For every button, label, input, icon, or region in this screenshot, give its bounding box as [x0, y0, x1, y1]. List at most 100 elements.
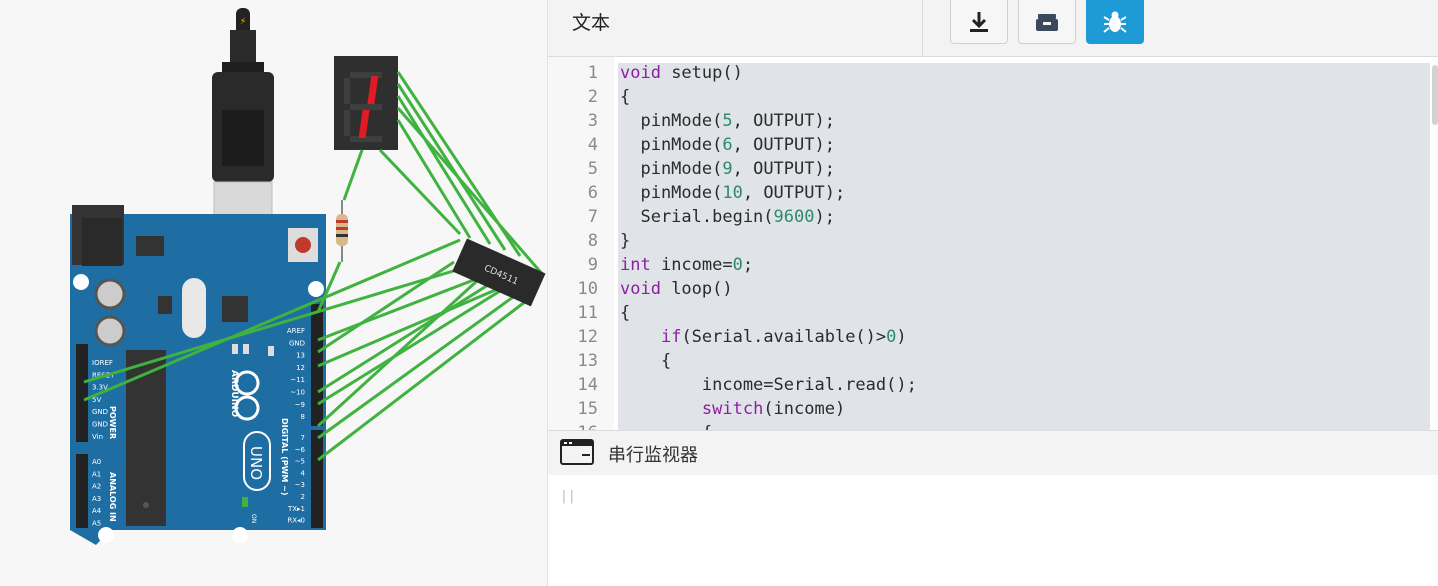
pin-label: A0 [92, 458, 101, 466]
pin-label: Vin [92, 433, 103, 441]
line-number: 12 [577, 327, 598, 347]
pin-label: 7 [301, 434, 305, 442]
pin-label: ~11 [290, 376, 305, 384]
line-number: 15 [577, 399, 598, 419]
code-text: } [620, 231, 631, 251]
line-number-gutter: 12345678910111213141516 [548, 57, 614, 430]
circuit-canvas[interactable]: ⚡ ARDUINO UNO POWER ANALOG IN DIGITAL (P… [0, 0, 548, 586]
code-text: (income) [763, 399, 846, 419]
line-number: 9 [587, 255, 598, 275]
code-mode-dropdown[interactable]: 文本 [572, 8, 610, 35]
code-number: 9600 [773, 207, 815, 227]
pin-label: A4 [92, 507, 102, 515]
code-text: income=Serial.read(); [620, 375, 917, 395]
code-text: (Serial.available()> [681, 327, 887, 347]
pin-label: GND [289, 339, 305, 347]
line-number: 4 [587, 135, 598, 155]
pin-label: GND [92, 408, 108, 416]
library-button[interactable] [1018, 0, 1076, 44]
code-text: { [620, 87, 631, 107]
download-code-button[interactable] [950, 0, 1008, 44]
code-text: income= [650, 255, 733, 275]
code-editor[interactable]: 12345678910111213141516 void setup(){ pi… [548, 57, 1438, 430]
code-line[interactable]: void loop() [620, 277, 733, 301]
code-line[interactable]: income=Serial.read(); [620, 373, 917, 397]
code-line[interactable]: { [620, 85, 630, 109]
code-text: setup() [660, 63, 743, 83]
code-number: 9 [722, 159, 733, 179]
circuit-drawing: ⚡ ARDUINO UNO POWER ANALOG IN DIGITAL (P… [70, 8, 546, 545]
pin-label: ~9 [295, 401, 305, 409]
pin-label: 13 [296, 352, 305, 360]
pin-label: IOREF [92, 359, 113, 367]
digital-label: DIGITAL (PWM ~) [280, 418, 289, 496]
pin-label: A3 [92, 495, 101, 503]
pin-label: ~10 [290, 389, 305, 397]
code-line[interactable]: { [620, 349, 671, 373]
editor-scrollbar[interactable] [1432, 65, 1438, 125]
line-number: 8 [587, 231, 598, 251]
code-text: { [620, 351, 672, 371]
code-text: , OUTPUT); [742, 183, 846, 203]
line-number: 13 [577, 351, 598, 371]
pin-label: 12 [296, 364, 305, 372]
pin-label: 2 [301, 493, 305, 501]
code-toolbar: 文本 [548, 0, 1438, 57]
code-text: , OUTPUT); [732, 135, 835, 155]
code-line[interactable]: { [620, 421, 712, 430]
code-line[interactable]: int income=0; [620, 253, 753, 277]
code-text: pinMode( [620, 135, 723, 155]
pin-label: A1 [92, 470, 101, 478]
code-text: ; [742, 255, 754, 275]
toolbar-divider [922, 0, 923, 56]
code-text: , OUTPUT); [732, 159, 835, 179]
code-text: pinMode( [620, 159, 723, 179]
code-line[interactable]: if(Serial.available()>0) [620, 325, 907, 349]
line-number: 14 [577, 375, 598, 395]
seven-segment-display[interactable] [334, 56, 398, 150]
line-number: 2 [587, 87, 598, 107]
line-number: 11 [577, 303, 598, 323]
serial-monitor-header[interactable]: 串行监视器 [548, 430, 1438, 476]
code-text: { [620, 303, 631, 323]
code-number: 10 [722, 183, 743, 203]
code-line[interactable]: pinMode(5, OUTPUT); [620, 109, 835, 133]
code-line[interactable]: { [620, 301, 630, 325]
pin-label: 8 [301, 413, 305, 421]
code-line[interactable]: pinMode(10, OUTPUT); [620, 181, 845, 205]
code-keyword: int [620, 255, 651, 275]
code-keyword: void [620, 63, 661, 83]
debugger-button[interactable] [1086, 0, 1144, 44]
code-line[interactable]: pinMode(6, OUTPUT); [620, 133, 835, 157]
code-text: ); [814, 207, 835, 227]
line-number: 10 [577, 279, 598, 299]
download-icon [970, 11, 988, 32]
board-model-label: UNO [247, 446, 265, 480]
pin-label: GND [92, 421, 108, 429]
code-line[interactable]: void setup() [620, 61, 743, 85]
code-number: 0 [732, 255, 743, 275]
serial-monitor-title: 串行监视器 [608, 445, 698, 466]
code-keyword: switch [701, 399, 764, 419]
code-line[interactable]: Serial.begin(9600); [620, 205, 835, 229]
line-number: 1 [587, 63, 598, 83]
resistor[interactable] [336, 200, 348, 262]
code-line[interactable]: switch(income) [620, 397, 845, 421]
code-line[interactable]: } [620, 229, 630, 253]
code-text: loop() [660, 279, 733, 299]
line-number: 5 [587, 159, 598, 179]
pin-label: TX▸1 [287, 505, 305, 513]
serial-output-area[interactable]: || [548, 475, 1438, 586]
pin-label: A5 [92, 520, 101, 528]
code-line[interactable]: pinMode(9, OUTPUT); [620, 157, 835, 181]
on-label: ON [250, 514, 257, 523]
code-number: 6 [722, 135, 733, 155]
line-number: 7 [587, 207, 598, 227]
code-text: ) [896, 327, 907, 347]
pin-label: ~5 [295, 458, 305, 466]
cd4511-chip[interactable]: CD4511 [452, 238, 546, 307]
code-text: Serial.begin( [620, 207, 774, 227]
code-text: { [620, 423, 712, 430]
